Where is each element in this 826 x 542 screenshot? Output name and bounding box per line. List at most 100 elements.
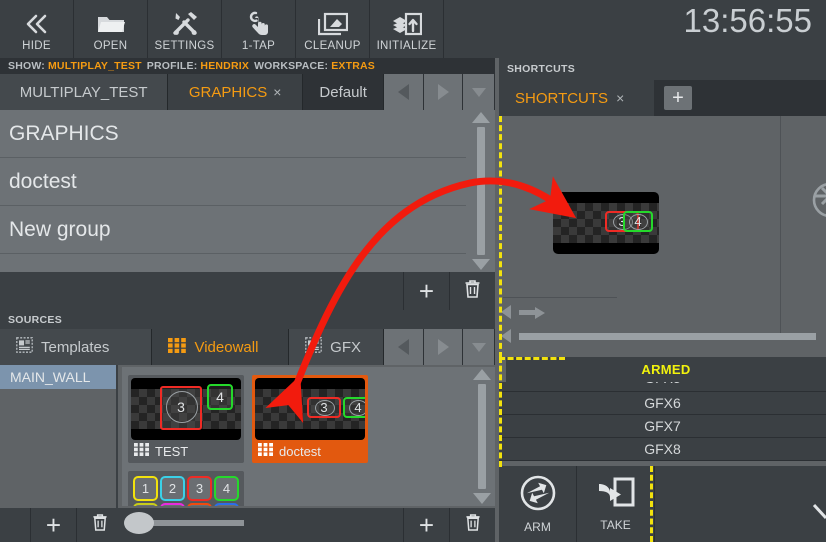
thumbnail-preview: 3 4 xyxy=(255,378,365,440)
tab-prev-button[interactable] xyxy=(384,74,424,110)
one-tap-button-label: 1-TAP xyxy=(241,40,276,52)
arm-circle-icon xyxy=(519,474,557,517)
app-root: HIDE OPEN SETTINGS 1-TAP CLEANUP INITIAL… xyxy=(0,0,826,542)
close-icon[interactable]: × xyxy=(273,84,281,100)
hide-button[interactable]: HIDE xyxy=(0,0,74,58)
list-item[interactable]: GFX7 xyxy=(499,415,826,438)
zoom-slider[interactable] xyxy=(124,512,244,534)
tab-videowall-label: Videowall xyxy=(194,338,259,356)
list-item[interactable]: New group xyxy=(0,206,466,254)
group-list-scrollbar[interactable] xyxy=(466,110,495,272)
close-icon[interactable]: × xyxy=(616,90,624,106)
source-scrollbar[interactable] xyxy=(469,367,495,506)
plus-icon: + xyxy=(418,510,435,540)
template-icon xyxy=(16,337,33,357)
badge-3: 3 xyxy=(160,386,202,430)
shortcuts-tab-bar: SHORTCUTS × + xyxy=(499,80,826,116)
pane-divider xyxy=(780,116,781,295)
initialize-button-label: INITIALIZE xyxy=(376,40,437,52)
main-toolbar: HIDE OPEN SETTINGS 1-TAP CLEANUP INITIAL… xyxy=(0,0,826,58)
add-group-button[interactable]: + xyxy=(403,272,449,310)
scrollbar-thumb[interactable] xyxy=(519,332,816,340)
tools-icon xyxy=(171,9,199,39)
hide-button-label: HIDE xyxy=(22,40,51,52)
armed-header: ARMED xyxy=(506,357,826,382)
tab-default[interactable]: Default xyxy=(302,74,385,110)
delete-source-button[interactable] xyxy=(449,508,495,542)
template-icon xyxy=(305,337,323,357)
tab-graphics[interactable]: GRAPHICS × xyxy=(168,74,303,110)
initialize-button[interactable]: INITIALIZE xyxy=(370,0,444,58)
source-browser: MAIN_WALL 3 4 TEST 3 4 doctest 1 2 3 4 xyxy=(0,365,495,508)
tab-default-label: Default xyxy=(319,83,367,101)
settings-button[interactable]: SETTINGS xyxy=(148,0,222,58)
show-value: MULTIPLAY_TEST xyxy=(47,60,142,72)
tab-shortcuts[interactable]: SHORTCUTS × xyxy=(499,80,654,116)
group-item-label: New group xyxy=(9,217,111,241)
add-wall-button[interactable]: + xyxy=(30,508,76,542)
list-item[interactable]: GRAPHICS xyxy=(0,110,466,158)
list-item[interactable]: GFX8 xyxy=(499,438,826,461)
shortcut-thumbnail[interactable]: 3 4 xyxy=(553,192,659,254)
bottom-toolbar: + + xyxy=(0,508,495,542)
badge-4: 4 xyxy=(623,211,653,232)
cleanup-button[interactable]: CLEANUP xyxy=(296,0,370,58)
tab-next-button[interactable] xyxy=(423,74,464,110)
thumbnail-doctest[interactable]: 3 4 doctest xyxy=(252,375,368,463)
tab-templates-label: Templates xyxy=(41,338,110,356)
list-item[interactable]: GFX5 xyxy=(499,382,826,392)
one-tap-button[interactable]: 1-TAP xyxy=(222,0,296,58)
sources-tab-bar: Templates Videowall GFX xyxy=(0,329,496,365)
delete-wall-button[interactable] xyxy=(76,508,122,542)
thumbnail-doctest-label: doctest xyxy=(279,443,321,459)
delete-group-button[interactable] xyxy=(449,272,495,310)
tab-videowall[interactable]: Videowall xyxy=(152,329,290,365)
tab-templates[interactable]: Templates xyxy=(0,329,153,365)
badge-4: 4 xyxy=(207,384,233,410)
tab-multiplay-test[interactable]: MULTIPLAY_TEST xyxy=(0,74,169,110)
cell-5: 5 xyxy=(133,503,158,506)
list-item[interactable]: GFX6 xyxy=(499,392,826,415)
trash-icon xyxy=(464,279,481,304)
videowall-grid-icon xyxy=(134,443,149,459)
sources-tab-more-button[interactable] xyxy=(463,329,496,365)
thumbnail-numbered-grid[interactable]: 1 2 3 4 5 6 7 8 xyxy=(128,471,244,506)
thumbnail-test[interactable]: 3 4 TEST xyxy=(128,375,244,463)
arm-button[interactable]: ARM xyxy=(499,466,577,542)
shortcuts-pager[interactable] xyxy=(501,305,545,319)
slider-handle[interactable] xyxy=(124,512,154,534)
trash-icon xyxy=(92,513,108,537)
open-button-label: OPEN xyxy=(93,40,128,52)
tab-gfx[interactable]: GFX xyxy=(289,329,385,365)
page-right-icon[interactable] xyxy=(519,306,545,319)
group-tools-bar: + xyxy=(0,272,495,310)
sources-tab-next-button[interactable] xyxy=(423,329,464,365)
shortcuts-hscrollbar[interactable] xyxy=(501,329,816,343)
scroll-up-icon[interactable] xyxy=(471,112,490,123)
chevron-down-icon xyxy=(471,87,486,97)
add-shortcut-tab-button[interactable]: + xyxy=(664,86,692,110)
cell-2: 2 xyxy=(160,476,185,501)
sources-tab-prev-button[interactable] xyxy=(384,329,424,365)
scrollbar-thumb[interactable] xyxy=(478,384,486,489)
cleanup-button-label: CLEANUP xyxy=(304,40,361,52)
take-button[interactable]: TAKE xyxy=(577,466,655,542)
tab-more-button[interactable] xyxy=(463,74,496,110)
open-button[interactable]: OPEN xyxy=(74,0,148,58)
thumbnail-caption: doctest xyxy=(255,440,365,460)
scroll-left-icon[interactable] xyxy=(501,329,511,343)
scrollbar-thumb[interactable] xyxy=(476,127,485,255)
scroll-up-icon[interactable] xyxy=(473,369,491,380)
thumbnail-caption: TEST xyxy=(131,440,241,460)
add-source-button[interactable]: + xyxy=(403,508,449,542)
page-left-icon[interactable] xyxy=(501,305,511,319)
scroll-down-icon[interactable] xyxy=(471,259,490,270)
armed-list: GFX5 GFX6 GFX7 GFX8 xyxy=(499,382,826,466)
settings-button-label: SETTINGS xyxy=(154,40,215,52)
divider xyxy=(503,297,617,298)
tab-multiplay-test-label: MULTIPLAY_TEST xyxy=(19,83,148,101)
scroll-down-icon[interactable] xyxy=(473,493,491,504)
list-item[interactable]: doctest xyxy=(0,158,466,206)
profile-value: HENDRIX xyxy=(200,60,250,72)
sidebar-item-main-wall[interactable]: MAIN_WALL xyxy=(0,365,116,389)
